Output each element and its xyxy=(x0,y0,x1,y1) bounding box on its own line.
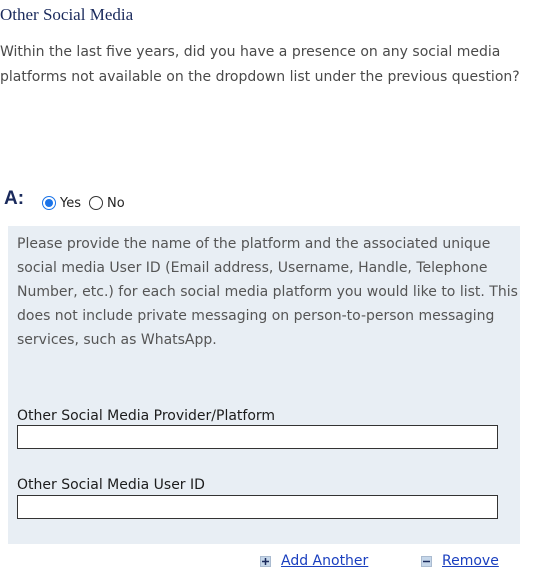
provider-platform-label: Other Social Media Provider/Platform xyxy=(17,408,276,424)
add-another-link[interactable]: Add Another xyxy=(281,553,368,569)
add-another-action: Add Another xyxy=(260,551,368,571)
instructions-text: Please provide the name of the platform … xyxy=(17,236,518,348)
no-radio[interactable] xyxy=(89,196,103,210)
user-id-label: Other Social Media User ID xyxy=(17,477,205,493)
radio-selected-dot xyxy=(45,199,53,207)
remove-button[interactable]: Remove xyxy=(421,553,499,569)
remove-link[interactable]: Remove xyxy=(442,553,499,569)
answer-label: A: xyxy=(4,188,25,209)
answer-row: A: Yes No xyxy=(0,186,133,212)
minus-icon xyxy=(421,555,432,567)
user-id-input[interactable] xyxy=(17,495,498,519)
no-radio-label[interactable]: No xyxy=(107,196,125,211)
question-text: Within the last five years, did you have… xyxy=(0,44,520,85)
add-another-button[interactable]: Add Another xyxy=(260,553,368,569)
provider-platform-input[interactable] xyxy=(17,425,498,449)
remove-action: Remove xyxy=(421,551,499,571)
details-panel: Please provide the name of the platform … xyxy=(8,226,520,544)
plus-icon xyxy=(260,555,271,567)
radio-group: Yes No xyxy=(42,196,133,211)
section-title: Other Social Media xyxy=(0,5,134,24)
yes-radio-label[interactable]: Yes xyxy=(60,196,81,211)
yes-radio[interactable] xyxy=(42,196,56,210)
